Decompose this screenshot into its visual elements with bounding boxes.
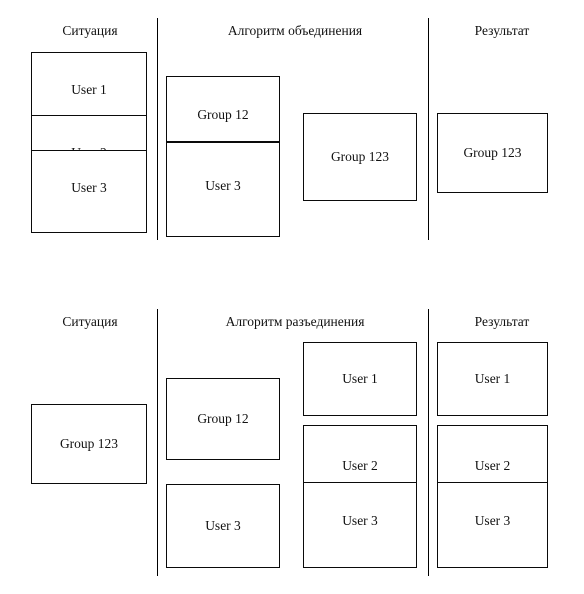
column-divider-right-split xyxy=(428,309,429,576)
box-group-12-algorithm-split[interactable]: Group 12 xyxy=(166,378,280,460)
box-label: User 3 xyxy=(342,513,378,528)
box-user-1-algorithm-split[interactable]: User 1 xyxy=(303,342,417,416)
box-user-3-algorithm-merge[interactable]: User 3 xyxy=(166,142,280,237)
box-label: Group 123 xyxy=(330,149,390,164)
box-user-3-algorithm-split[interactable]: User 3 xyxy=(166,484,280,568)
column-divider-left-merge xyxy=(157,18,158,240)
column-divider-left-split xyxy=(157,309,158,576)
box-user-3-situation-merge[interactable]: User 3 xyxy=(31,150,147,233)
box-label: User 1 xyxy=(71,82,107,97)
box-label: Group 123 xyxy=(59,436,119,451)
panel-split-algorithm: Ситуация Алгоритм разъединения Результат… xyxy=(0,296,584,594)
column-title-result-split: Результат xyxy=(474,314,530,329)
box-label: User 3 xyxy=(71,179,107,195)
box-user-1-situation-merge[interactable]: User 1 xyxy=(31,52,147,116)
box-label: User 2 xyxy=(342,458,378,473)
box-group-123-algorithm-merge[interactable]: Group 123 xyxy=(303,113,417,201)
panel-merge-algorithm: Ситуация Алгоритм объединения Результат … xyxy=(0,0,584,296)
box-group-123-situation-split[interactable]: Group 123 xyxy=(31,404,147,484)
box-user-1-result-split[interactable]: User 1 xyxy=(437,342,548,416)
column-title-situation-split: Ситуация xyxy=(62,314,118,329)
algorithm-diagram: Ситуация Алгоритм объединения Результат … xyxy=(0,0,584,594)
box-user-3-algorithm-split[interactable]: User 3 xyxy=(303,482,417,568)
box-group-12-algorithm-merge[interactable]: Group 12 xyxy=(166,76,280,142)
column-title-algorithm-merge: Алгоритм объединения xyxy=(227,23,363,38)
box-user-3-result-split[interactable]: User 3 xyxy=(437,482,548,568)
column-divider-right-merge xyxy=(428,18,429,240)
column-title-situation-merge: Ситуация xyxy=(62,23,118,38)
box-label: User 2 xyxy=(474,458,511,473)
box-label: User 3 xyxy=(474,513,511,528)
box-label: Group 123 xyxy=(463,145,522,160)
column-title-result-merge: Результат xyxy=(474,23,530,38)
box-label: User 3 xyxy=(205,177,241,193)
box-label: Group 12 xyxy=(197,411,249,426)
box-label: User 3 xyxy=(205,518,241,533)
box-label: Group 12 xyxy=(197,107,249,122)
box-group-123-result-merge[interactable]: Group 123 xyxy=(437,113,548,193)
box-label: User 1 xyxy=(342,371,378,386)
column-title-algorithm-split: Алгоритм разъединения xyxy=(225,314,365,329)
box-label: User 1 xyxy=(474,371,511,386)
